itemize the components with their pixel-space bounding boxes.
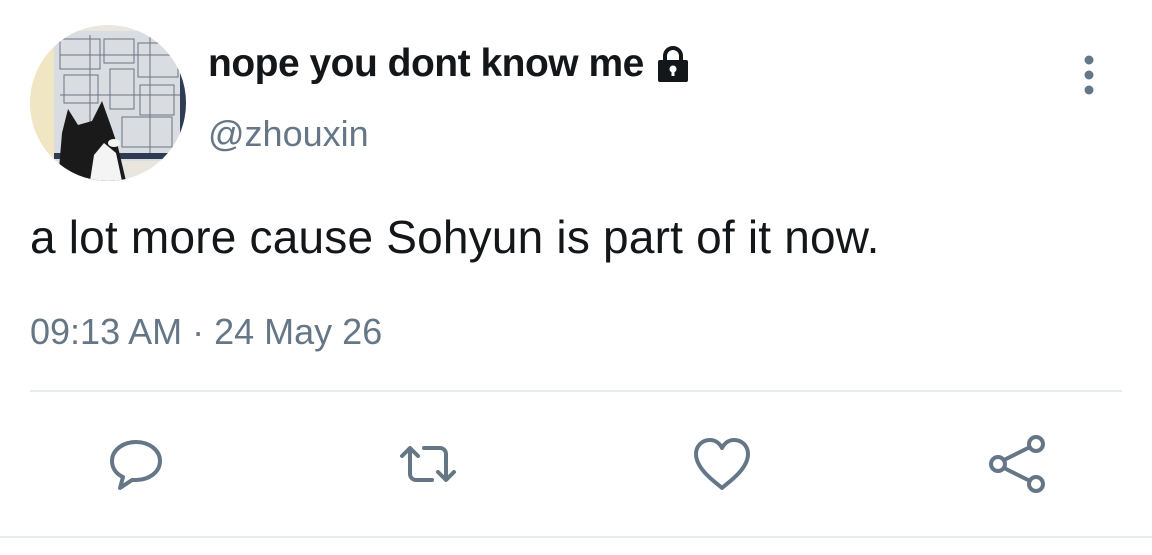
meta-separator: · [182, 311, 215, 352]
heart-icon [694, 438, 750, 490]
retweet-icon [400, 446, 456, 482]
tweet-time: 09:13 AM [30, 311, 183, 352]
user-handle[interactable]: @zhouxin [208, 113, 369, 155]
display-name-text: nope you dont know me [208, 42, 644, 85]
retweet-button[interactable] [396, 432, 460, 496]
share-button[interactable] [986, 432, 1050, 496]
reply-icon [110, 440, 162, 490]
tweet-date: 24 May 26 [214, 311, 383, 352]
tweet-timestamp[interactable]: 09:13 AM · 24 May 26 [30, 311, 382, 353]
divider [30, 390, 1122, 392]
tweet-text: a lot more cause Sohyun is part of it no… [30, 211, 880, 263]
avatar-image [30, 25, 186, 181]
bottom-divider [0, 536, 1152, 538]
share-icon [989, 435, 1045, 493]
vertical-ellipsis-icon[interactable] [1072, 52, 1106, 98]
display-name[interactable]: nope you dont know me [208, 42, 694, 86]
reply-button[interactable] [104, 432, 168, 496]
tweet-card: nope you dont know me @zhouxin a lot mor… [0, 0, 1152, 555]
lock-icon [652, 43, 694, 85]
like-button[interactable] [690, 432, 754, 496]
avatar[interactable] [30, 25, 186, 181]
